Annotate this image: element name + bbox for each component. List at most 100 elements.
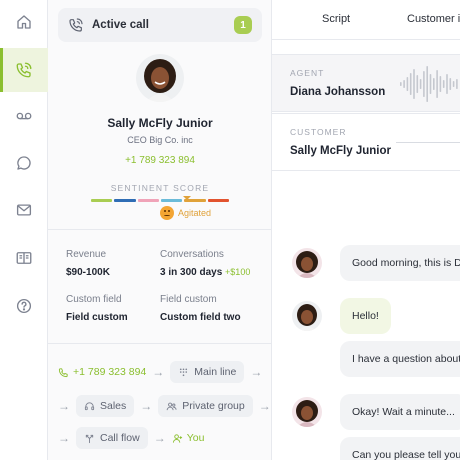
flow-private-group-label: Private group bbox=[182, 400, 245, 412]
waveform-bar bbox=[406, 77, 409, 91]
flow-private-group-chip[interactable]: Private group bbox=[158, 395, 253, 417]
waveform-bar bbox=[409, 73, 412, 95]
nav-knowledge-base[interactable] bbox=[0, 236, 48, 280]
help-circle-icon bbox=[16, 298, 32, 314]
sentiment-segment bbox=[137, 199, 159, 202]
user-icon bbox=[172, 433, 182, 443]
tab-bar: Script Customer i bbox=[272, 0, 460, 40]
message-bubble: Okay! Wait a minute... bbox=[340, 394, 460, 430]
flow-you-label: You bbox=[186, 432, 205, 444]
contact-company: CEO Big Co. inc bbox=[127, 135, 193, 145]
message-avatar-row bbox=[292, 301, 322, 331]
message-avatar-row bbox=[292, 397, 322, 427]
waveform-bar bbox=[439, 76, 442, 92]
nav-messages[interactable] bbox=[0, 141, 48, 185]
waveform-bar bbox=[416, 75, 419, 93]
angry-face-icon bbox=[160, 206, 174, 220]
waveform-bar bbox=[426, 66, 428, 102]
divider bbox=[48, 229, 272, 230]
contact-avatar bbox=[136, 54, 184, 102]
conversations-value: 3 in 300 days +$100 bbox=[160, 267, 250, 278]
agent-role-label: AGENT bbox=[290, 68, 325, 78]
phone-call-icon bbox=[16, 62, 32, 78]
nav-help[interactable] bbox=[0, 284, 48, 328]
flow-you[interactable]: You bbox=[172, 432, 205, 444]
flow-sales-label: Sales bbox=[100, 400, 127, 412]
waveform-bar bbox=[449, 78, 452, 90]
customer-avatar bbox=[292, 397, 322, 427]
audio-waveform-flat bbox=[396, 142, 460, 143]
nav-voicemail[interactable] bbox=[0, 94, 48, 138]
nav-rail bbox=[0, 0, 48, 460]
sentiment-segment bbox=[114, 199, 136, 202]
message-bubble: I have a question about p bbox=[340, 341, 460, 377]
sentiment-status-label: Agitated bbox=[178, 208, 212, 218]
waveform-bar bbox=[452, 81, 455, 87]
main-content: Script Customer i AGENT Diana Johansson … bbox=[272, 0, 460, 460]
contact-panel: Active call 1 Sally McFly Junior CEO Big… bbox=[48, 0, 272, 460]
contact-phone[interactable]: +1 789 323 894 bbox=[48, 155, 272, 166]
sentiment-score-bar bbox=[91, 199, 229, 202]
arrow-right-icon: → bbox=[153, 431, 166, 445]
waveform-bar bbox=[419, 79, 422, 89]
flow-main-line-chip[interactable]: Main line bbox=[170, 361, 245, 383]
message-bubble: Hello! bbox=[340, 298, 391, 334]
agent-avatar bbox=[292, 301, 322, 331]
sentiment-score-title: SENTINENT SCORE bbox=[110, 183, 210, 193]
voicemail-icon bbox=[16, 112, 32, 120]
arrow-right-icon: → bbox=[250, 365, 263, 379]
custom-field-2-value: Custom field two bbox=[160, 312, 241, 323]
nav-email[interactable] bbox=[0, 188, 48, 232]
tab-customer-info[interactable]: Customer i bbox=[407, 13, 460, 25]
conversations-label: Conversations bbox=[160, 249, 224, 260]
phone-call-icon bbox=[69, 18, 83, 32]
arrow-right-icon: → bbox=[152, 365, 165, 379]
flow-main-line-label: Main line bbox=[194, 366, 237, 378]
flow-phone-label: +1 789 323 894 bbox=[73, 366, 147, 378]
split-flow-icon bbox=[85, 434, 94, 443]
flow-sales-chip[interactable]: Sales bbox=[76, 395, 135, 417]
waveform-bar bbox=[446, 74, 448, 94]
waveform-bar bbox=[436, 70, 438, 98]
conversations-count: 3 in 300 days bbox=[160, 267, 223, 278]
active-call-pill[interactable]: Active call 1 bbox=[58, 8, 262, 42]
tab-script[interactable]: Script bbox=[322, 13, 350, 25]
arrow-right-icon: → bbox=[258, 399, 271, 413]
nav-home[interactable] bbox=[0, 0, 48, 44]
flow-call-flow-label: Call flow bbox=[100, 432, 140, 444]
sentiment-status: Agitated bbox=[160, 206, 211, 220]
flow-phone[interactable]: +1 789 323 894 bbox=[58, 366, 146, 378]
revenue-value: $90-100K bbox=[66, 267, 110, 278]
sentiment-segment bbox=[207, 199, 229, 202]
arrow-right-icon: → bbox=[58, 431, 70, 445]
phone-call-icon bbox=[58, 367, 68, 377]
agent-voice-block: AGENT Diana Johansson bbox=[272, 54, 460, 112]
message-avatar-row bbox=[292, 248, 322, 278]
flow-call-flow-chip[interactable]: Call flow bbox=[76, 427, 148, 449]
arrow-right-icon: → bbox=[140, 399, 153, 413]
waveform-bar bbox=[423, 71, 425, 97]
nav-calls[interactable] bbox=[0, 48, 48, 92]
waveform-bar bbox=[429, 74, 432, 94]
arrow-right-icon: → bbox=[58, 399, 70, 413]
message-bubble: Good morning, this is D bbox=[340, 245, 460, 281]
headset-icon bbox=[84, 401, 95, 410]
conversations-extra: +$100 bbox=[225, 267, 251, 277]
custom-field-1-value: Field custom bbox=[66, 312, 128, 323]
active-call-count-badge: 1 bbox=[234, 16, 252, 34]
active-call-label: Active call bbox=[92, 19, 149, 31]
customer-role-label: CUSTOMER bbox=[290, 127, 347, 137]
users-icon bbox=[166, 402, 177, 410]
audio-waveform bbox=[400, 66, 458, 102]
waveform-bar bbox=[433, 78, 435, 90]
waveform-bar bbox=[442, 80, 445, 88]
revenue-label: Revenue bbox=[66, 249, 107, 260]
contact-name: Sally McFly Junior bbox=[107, 116, 213, 130]
waveform-bar bbox=[456, 79, 458, 89]
call-flow-row-2: → Sales → Private group → bbox=[58, 395, 271, 417]
waveform-bar bbox=[403, 80, 405, 88]
call-flow-row-1: +1 789 323 894 → Main line → bbox=[58, 361, 262, 383]
customer-avatar bbox=[292, 248, 322, 278]
custom-field-2-label: Field custom bbox=[160, 294, 217, 305]
mail-icon bbox=[16, 204, 32, 216]
